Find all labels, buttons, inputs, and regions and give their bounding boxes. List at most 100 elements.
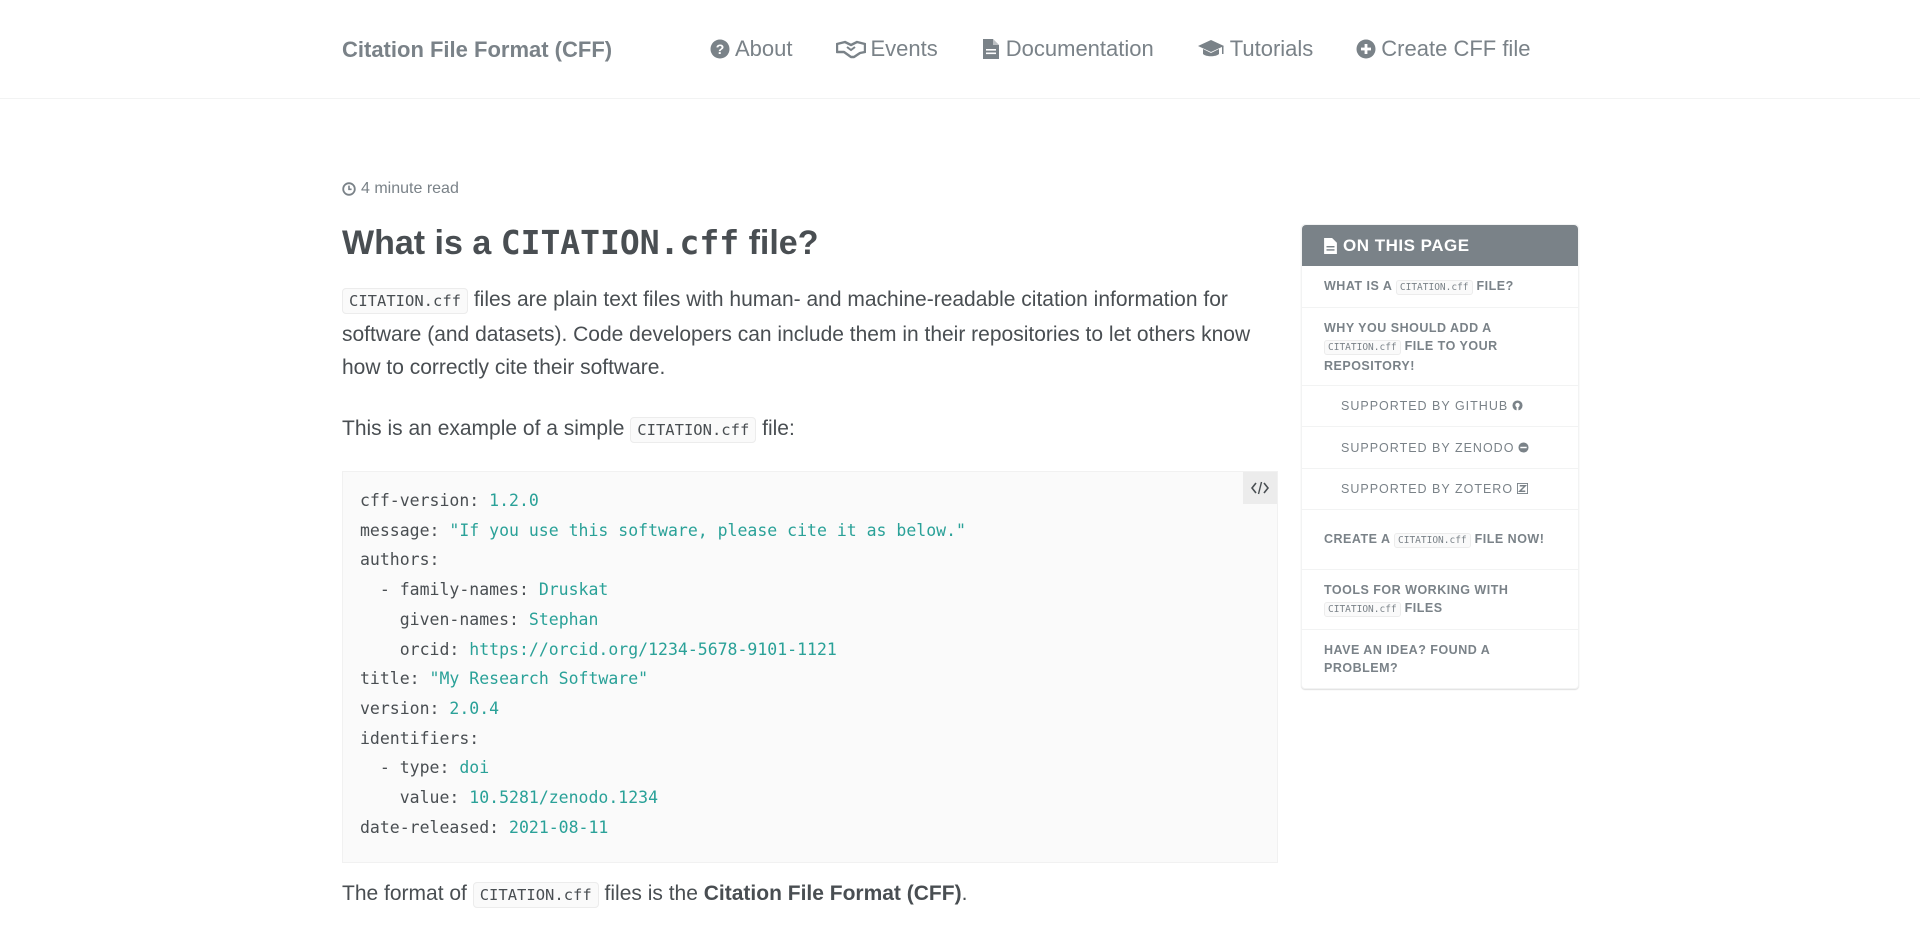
- code-value: 2.0.4: [449, 698, 500, 718]
- nav-events[interactable]: Events: [835, 36, 938, 62]
- code-line: value: 10.5281/zenodo.1234: [360, 783, 1260, 813]
- toc-text: file now!: [1470, 531, 1545, 546]
- title-text-end: file?: [739, 224, 819, 262]
- toc-text: Create a: [1324, 531, 1395, 546]
- toc-item-zotero[interactable]: Supported by Zotero: [1302, 469, 1578, 510]
- code-key: version:: [360, 698, 450, 718]
- toc-text: files: [1400, 600, 1443, 615]
- inline-code: CITATION.cff: [342, 288, 468, 314]
- nav-tutorials[interactable]: Tutorials: [1197, 36, 1313, 62]
- plus-circle-icon: [1356, 39, 1376, 59]
- github-icon: [1512, 400, 1523, 411]
- code-key: given-names:: [360, 609, 529, 629]
- toc-text: Have an idea? Found a problem?: [1324, 643, 1490, 675]
- masthead: Citation File Format (CFF) ? About Event…: [0, 0, 1920, 99]
- example-text: This is an example of a simple: [342, 417, 631, 440]
- toc-title: ON THIS PAGE: [1343, 235, 1470, 255]
- toc-text: Supported by Zotero: [1341, 482, 1514, 496]
- toc-text: file?: [1472, 278, 1514, 293]
- zenodo-icon: [1518, 441, 1529, 453]
- nav-events-label: Events: [870, 36, 938, 61]
- toc-item-zenodo[interactable]: Supported by Zenodo: [1302, 427, 1578, 469]
- code-line: version: 2.0.4: [360, 694, 1260, 724]
- toc-item-tools[interactable]: Tools for working with CITATION.cff file…: [1302, 570, 1578, 630]
- format-paragraph: The format of CITATION.cff files is the …: [342, 877, 1278, 912]
- code-key: orcid:: [360, 639, 470, 659]
- toc-code: CITATION.cff: [1394, 532, 1471, 548]
- code-key: - family-names:: [360, 580, 539, 600]
- format-text-end: .: [961, 882, 968, 905]
- nav-about[interactable]: ? About: [710, 36, 793, 62]
- code-key: value:: [360, 788, 470, 808]
- inline-code: CITATION.cff: [472, 882, 599, 908]
- format-bold: Citation File Format (CFF): [703, 882, 962, 905]
- file-icon: [1324, 237, 1337, 254]
- code-value: 1.2.0: [489, 491, 539, 510]
- table-of-contents: ON THIS PAGE What is a CITATION.cff file…: [1301, 224, 1579, 689]
- toc-text: What is a: [1324, 278, 1396, 293]
- read-time: 4 minute read: [361, 180, 459, 197]
- toc-item-what-is[interactable]: What is a CITATION.cff file?: [1302, 266, 1578, 308]
- code-line: date-released: 2021-08-11: [360, 813, 1260, 843]
- code-line: identifiers:: [360, 724, 1260, 754]
- code-block[interactable]: cff-version: 1.2.0 message: "If you use t…: [342, 471, 1278, 863]
- format-text: The format of: [342, 882, 473, 905]
- page-title: What is a CITATION.cff file?: [342, 220, 1278, 266]
- code-key: identifiers:: [360, 728, 480, 748]
- graduation-cap-icon: [1197, 40, 1224, 57]
- code-key: message:: [360, 520, 450, 540]
- inline-code: CITATION.cff: [630, 417, 757, 443]
- code-line: message: "If you use this software, plea…: [360, 516, 1260, 546]
- code-value: Stephan: [528, 609, 599, 629]
- handshake-icon: [835, 40, 866, 59]
- code-line: given-names: Stephan: [360, 605, 1260, 635]
- code-key: authors:: [360, 550, 440, 570]
- code-value: doi: [459, 758, 490, 778]
- code-key: date-released:: [360, 817, 510, 837]
- intro-paragraph: CITATION.cff files are plain text files …: [342, 283, 1278, 384]
- site-title-link[interactable]: Citation File Format (CFF): [342, 37, 612, 63]
- nav-create-cff[interactable]: Create CFF file: [1356, 36, 1530, 62]
- toc-item-idea[interactable]: Have an idea? Found a problem?: [1302, 630, 1578, 688]
- article: What is a CITATION.cff file? CITATION.cf…: [342, 220, 1278, 912]
- file-icon: [982, 39, 999, 59]
- code-line: orcid: https://orcid.org/1234-5678-9101-…: [360, 635, 1260, 665]
- toc-code: CITATION.cff: [1324, 339, 1401, 355]
- toc-text: Tools for working with: [1324, 582, 1509, 597]
- toc-item-why-add[interactable]: Why you should add a CITATION.cff file t…: [1302, 308, 1578, 386]
- nav-create-cff-label: Create CFF file: [1381, 36, 1531, 61]
- format-text-mid: files is the: [598, 882, 704, 905]
- code-key: - type:: [360, 758, 460, 778]
- nav-documentation-label: Documentation: [1005, 36, 1154, 61]
- code-value: "My Research Software": [429, 669, 649, 689]
- code-line: authors:: [360, 545, 1260, 575]
- example-paragraph: This is an example of a simple CITATION.…: [342, 412, 1278, 447]
- svg-text:?: ?: [716, 41, 725, 57]
- main-nav: ? About Events Documentation Tutorials C…: [710, 36, 1573, 62]
- nav-documentation[interactable]: Documentation: [981, 36, 1154, 62]
- toc-code: CITATION.cff: [1324, 601, 1401, 617]
- code-line: title: "My Research Software": [360, 664, 1260, 694]
- title-text: What is a: [342, 224, 501, 262]
- toc-code: CITATION.cff: [1395, 279, 1473, 295]
- toc-item-github[interactable]: Supported by GitHub: [1302, 386, 1578, 427]
- code-line: - type: doi: [360, 753, 1260, 783]
- nav-about-label: About: [735, 36, 793, 61]
- code-line: cff-version: 1.2.0: [360, 486, 1260, 516]
- code-key: cff-version:: [360, 491, 490, 510]
- code-value: "If you use this software, please cite i…: [449, 520, 966, 540]
- intro-text: files are plain text files with human- a…: [342, 288, 1251, 379]
- code-icon: [1251, 481, 1269, 495]
- code-line: - family-names: Druskat: [360, 575, 1260, 605]
- toc-text: Why you should add a: [1324, 320, 1492, 335]
- code-key: title:: [360, 669, 430, 689]
- toc-text: Supported by Zenodo: [1341, 440, 1515, 455]
- question-circle-icon: ?: [710, 39, 730, 59]
- code-value: 10.5281/zenodo.1234: [469, 788, 659, 808]
- code-value: 2021-08-11: [509, 817, 609, 837]
- copy-code-button[interactable]: [1243, 472, 1277, 504]
- title-code: CITATION.cff: [500, 223, 740, 262]
- toc-item-create[interactable]: Create a CITATION.cff file now!: [1302, 510, 1578, 570]
- page-meta: 4 minute read: [342, 180, 459, 198]
- example-text-end: file:: [756, 417, 795, 440]
